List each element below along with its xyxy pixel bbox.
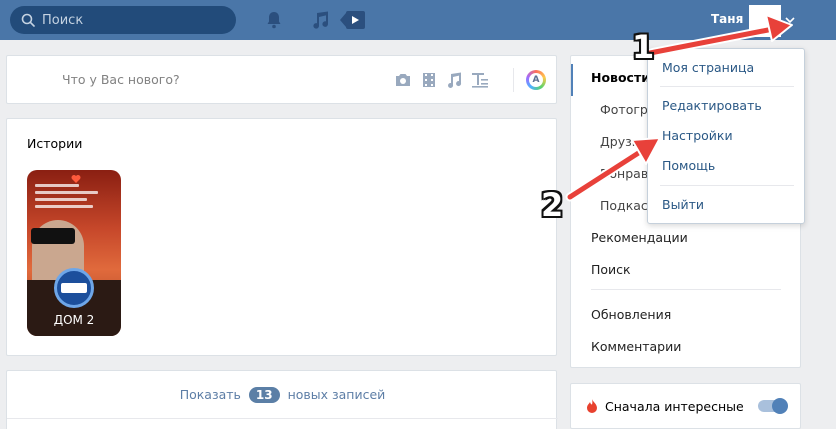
show-prefix: Показать [179,387,241,402]
bell-icon[interactable] [264,10,284,30]
active-indicator [571,64,573,96]
dropdown-settings[interactable]: Настройки [662,128,733,143]
search-box[interactable] [10,6,236,34]
search-icon [21,13,35,27]
feed-divider [7,418,558,419]
dropdown-divider [660,185,794,186]
search-input[interactable] [42,10,228,30]
stories-block: Истории ДОМ 2 [6,118,557,356]
story-label: ДОМ 2 [53,313,95,327]
user-name[interactable]: Таня [711,12,743,26]
dropdown-logout[interactable]: Выйти [662,197,704,212]
menu-item-friends[interactable]: Друзья [600,134,647,149]
colorful-a-icon[interactable]: A [526,70,546,90]
menu-item-search[interactable]: Поиск [591,262,631,277]
music-note-icon[interactable] [445,72,463,88]
menu-item-comments[interactable]: Комментарии [591,339,681,354]
show-new-posts-row[interactable]: Показать 13 новых записей [7,387,558,403]
avatar[interactable] [749,5,781,37]
new-posts-count: 13 [248,387,280,403]
camera-icon[interactable] [394,72,412,88]
step-number-2: 2 [541,186,564,224]
chevron-down-icon[interactable] [785,16,795,24]
new-post-box[interactable]: Что у Вас нового? A [6,55,557,104]
show-suffix: новых записей [287,387,386,402]
interesting-first-toggle[interactable] [758,398,788,414]
profile-dropdown: Моя страница Редактировать Настройки Пом… [647,48,805,224]
new-post-placeholder[interactable]: Что у Вас нового? [62,72,180,87]
video-icon[interactable] [420,72,438,88]
menu-item-updates[interactable]: Обновления [591,307,671,322]
dropdown-divider [660,86,794,87]
menu-divider [591,289,781,290]
story-channel-logo [54,268,94,308]
story-sunglasses [31,228,75,244]
dropdown-help[interactable]: Помощь [662,158,715,173]
music-icon[interactable] [310,10,330,30]
menu-item-recommendations[interactable]: Рекомендации [591,230,688,245]
text-format-icon[interactable] [471,72,489,88]
dropdown-my-page[interactable]: Моя страница [662,60,754,75]
show-new-posts[interactable]: Показать 13 новых записей [6,370,558,429]
menu-item-news[interactable]: Новости [591,70,650,85]
post-tools-divider [513,68,514,92]
stories-title: Истории [27,136,83,151]
heart-icon [71,175,81,183]
step-number-1: 1 [632,28,655,66]
fire-icon [587,399,597,413]
story-card[interactable]: ДОМ 2 [27,170,121,336]
top-header: Таня [0,0,836,40]
interesting-first-block: Сначала интересные [570,383,801,429]
story-caption [35,184,109,212]
interesting-first-label: Сначала интересные [605,399,744,414]
toggle-knob[interactable] [772,398,788,414]
play-icon[interactable] [340,10,366,30]
dropdown-edit[interactable]: Редактировать [662,98,762,113]
